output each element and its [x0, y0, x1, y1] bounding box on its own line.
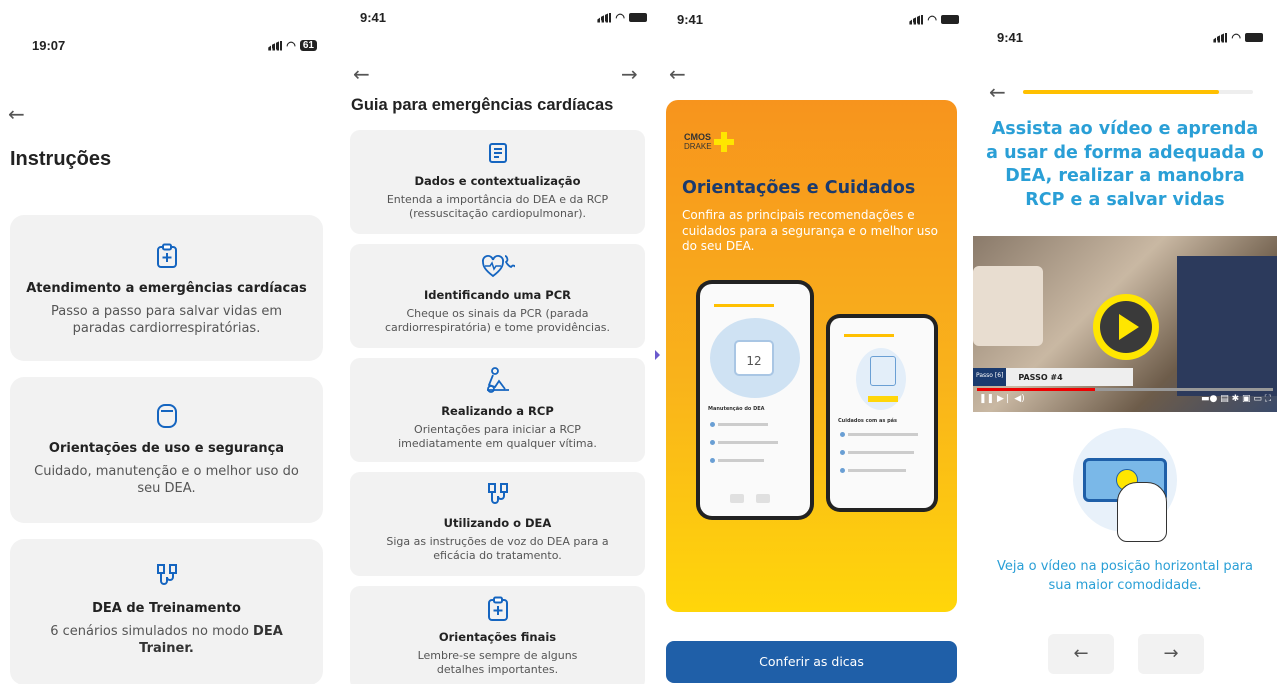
battery-icon — [941, 15, 959, 24]
document-icon — [488, 143, 507, 163]
signal-icon — [1213, 32, 1228, 43]
back-arrow-icon[interactable]: ← — [353, 64, 370, 84]
card-title: Realizando a RCP — [441, 404, 554, 418]
video-controls: ❚❚ ▶❘ ◀) ▬● ▤ ✱ ▣ ▭ ⛶ — [979, 394, 1271, 408]
card-title: Orientações de uso e segurança — [48, 441, 285, 456]
page-indicator-icon — [655, 350, 660, 360]
card-orientacoes[interactable]: Orientações de uso e segurança Cuidado, … — [10, 377, 323, 523]
hero-desc: Confira as principais recomendações e cu… — [682, 208, 938, 254]
signal-icon — [597, 12, 612, 23]
back-arrow-icon[interactable]: ← — [989, 82, 1006, 102]
card-desc: Orientações para iniciar a RCP imediatam… — [398, 423, 597, 450]
video-step-banner: Passo [6] PASSO #4 — [973, 368, 1133, 386]
card-title: Orientações finais — [438, 630, 557, 644]
screen-video: 9:41 ◠ ← Assista ao vídeo e aprenda a us… — [973, 0, 1277, 684]
screen-orientacoes-cuidados: 9:41 ◠ ← CMOS DRAKE Orientações e Cuidado… — [655, 0, 973, 684]
wifi-icon: ◠ — [286, 40, 296, 52]
settings-icons[interactable]: ▬● ▤ ✱ ▣ ▭ ⛶ — [1201, 394, 1271, 408]
page-title: Guia para emergências cardíacas — [351, 96, 614, 114]
card-title: Dados e contextualização — [414, 174, 581, 188]
card-desc: Siga as instruções de voz do DEA para a … — [386, 535, 609, 562]
card-title: DEA de Treinamento — [92, 601, 241, 616]
calendar-icon: 12 — [734, 340, 774, 376]
card-orientacoes-finais[interactable]: Orientações finais Lembre-se sempre de a… — [350, 586, 645, 684]
card-utilizando-dea[interactable]: Utilizando o DEA Siga as instruções de v… — [350, 472, 645, 576]
battery-icon — [1245, 33, 1263, 42]
card-rcp[interactable]: Realizando a RCP Orientações para inicia… — [350, 358, 645, 462]
card-desc: Entenda a importância do DEA e da RCP (r… — [386, 193, 609, 220]
card-title: Atendimento a emergências cardíacas — [26, 281, 307, 296]
status-bar: 9:41 ◠ — [360, 10, 647, 25]
prev-button[interactable]: ← — [1048, 634, 1114, 674]
status-time: 19:07 — [32, 38, 66, 53]
pads-icon — [870, 356, 896, 386]
back-arrow-icon[interactable]: ← — [8, 104, 25, 124]
forward-arrow-icon[interactable]: → — [621, 64, 638, 84]
status-bar: 9:41 ◠ — [997, 30, 1263, 45]
progress-track — [1023, 90, 1253, 94]
clipboard-plus-icon — [487, 596, 508, 621]
card-title: Identificando uma PCR — [423, 288, 572, 302]
clipboard-plus-icon — [156, 243, 177, 268]
page-title: Instruções — [10, 148, 112, 170]
hero-title: Orientações e Cuidados — [682, 178, 916, 198]
heart-phone-icon — [481, 255, 517, 278]
cmos-drake-logo: CMOS DRAKE — [684, 132, 734, 152]
card-identificando[interactable]: Identificando uma PCR Cheque os sinais d… — [350, 244, 645, 348]
battery-icon: 61 — [299, 40, 317, 51]
cpr-icon — [486, 367, 509, 393]
hero-card: CMOS DRAKE Orientações e Cuidados Confira… — [666, 100, 957, 612]
card-dea-treinamento[interactable]: DEA de Treinamento 6 cenários simulados … — [10, 539, 323, 684]
status-time: 9:41 — [360, 10, 387, 25]
wifi-icon: ◠ — [615, 12, 625, 24]
card-desc: Cuidado, manutenção e o melhor uso do se… — [34, 464, 299, 496]
electrodes-icon — [156, 564, 177, 585]
signal-icon — [909, 14, 924, 25]
phone-mockup-1: 12 Manutenção do DEA — [696, 280, 814, 520]
card-desc: 6 cenários simulados no modo DEA Trainer… — [50, 624, 283, 656]
phone-heading: Cuidados com as pás — [838, 418, 897, 424]
screen-guia: 9:41 ◠ ← → Guia para emergências cardíac… — [345, 0, 655, 684]
rotate-phone-illustration — [1073, 428, 1177, 542]
page-title: Assista ao vídeo e aprenda a usar de for… — [986, 119, 1264, 210]
device-icon — [156, 404, 177, 428]
signal-icon — [268, 40, 283, 51]
hand-icon — [1117, 482, 1167, 542]
battery-icon — [629, 13, 647, 22]
status-bar: 9:41 ◠ — [677, 12, 959, 27]
card-desc: Cheque os sinais da PCR (parada cardiorr… — [384, 307, 611, 334]
phone-heading: Manutenção do DEA — [708, 406, 765, 412]
back-arrow-icon[interactable]: ← — [669, 64, 686, 84]
screen-instrucoes: 19:07 ◠ 61 ← Instruções Atendimento a eme… — [0, 0, 335, 684]
video-seekbar[interactable] — [977, 388, 1273, 391]
electrodes-icon — [487, 483, 508, 504]
progress-fill — [1023, 90, 1219, 94]
next-button[interactable]: → — [1138, 634, 1204, 674]
conferir-dicas-button[interactable]: Conferir as dicas — [666, 641, 957, 683]
play-icon[interactable] — [1093, 294, 1159, 360]
wifi-icon: ◠ — [1231, 32, 1241, 44]
status-time: 9:41 — [997, 30, 1024, 45]
card-desc: Lembre-se sempre de alguns detalhes impo… — [417, 649, 578, 676]
card-desc: Passo a passo para salvar vidas em parad… — [50, 304, 283, 336]
card-emergencias[interactable]: Atendimento a emergências cardíacas Pass… — [10, 215, 323, 361]
card-dados[interactable]: Dados e contextualização Entenda a impor… — [350, 130, 645, 234]
status-bar: 19:07 ◠ 61 — [32, 38, 317, 53]
pause-icon[interactable]: ❚❚ ▶❘ ◀) — [979, 394, 1025, 408]
hint-text: Veja o vídeo na posição horizontal para … — [997, 559, 1253, 593]
phone-mockup-2: Cuidados com as pás — [826, 314, 938, 512]
logo-cross-icon — [713, 132, 734, 152]
card-title: Utilizando o DEA — [443, 516, 552, 530]
video-player[interactable]: Passo [6] PASSO #4 ❚❚ ▶❘ ◀) ▬● ▤ ✱ ▣ ▭ ⛶ — [973, 236, 1277, 412]
wifi-icon: ◠ — [927, 14, 937, 26]
status-time: 9:41 — [677, 12, 704, 27]
